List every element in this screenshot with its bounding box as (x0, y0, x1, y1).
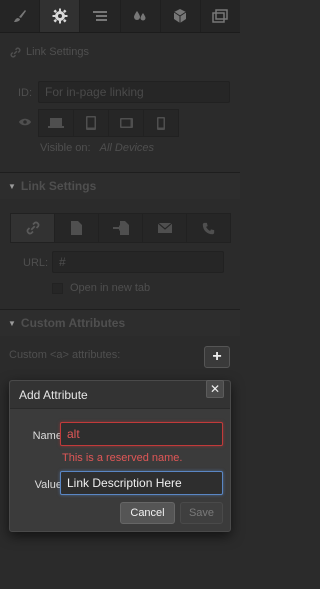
link-type-email[interactable] (142, 213, 187, 243)
tablet-icon (86, 116, 96, 130)
dialog-header: Add Attribute (10, 381, 230, 409)
url-input[interactable]: # (52, 251, 224, 273)
dialog-title: Add Attribute (19, 387, 88, 402)
url-label: URL: (23, 257, 49, 269)
id-label: ID: (18, 87, 33, 99)
eye-icon (18, 117, 32, 130)
link-settings-label-row: Link Settings (10, 46, 89, 58)
section-arrow-icon (112, 221, 129, 235)
tab-settings[interactable] (40, 0, 81, 32)
new-tab-row: Open in new tab (52, 282, 150, 294)
link-type-phone[interactable] (186, 213, 231, 243)
id-input[interactable]: For in-page linking (38, 81, 230, 103)
drops-icon (134, 11, 146, 21)
url-value: # (59, 255, 66, 269)
tablet-landscape-icon (119, 118, 133, 128)
chain-link-icon (26, 221, 39, 235)
link-settings-title: Link Settings (20, 179, 97, 193)
panel-tab-bar (0, 0, 240, 33)
name-label: Name: (32, 430, 65, 442)
custom-attributes-title: Custom Attributes (20, 316, 126, 330)
tablet-toggle[interactable] (73, 109, 109, 137)
save-button[interactable]: Save (180, 502, 223, 524)
images-icon (212, 9, 229, 23)
value-input[interactable]: Link Description Here (60, 471, 223, 495)
visible-on-label: Visible on: (40, 142, 91, 154)
value-text: Link Description Here (67, 476, 182, 490)
visible-on-row: Visible on: All Devices (40, 142, 154, 154)
link-icon (10, 47, 21, 57)
device-toggle-group (38, 109, 179, 137)
desktop-icon (48, 118, 64, 128)
tab-assets[interactable] (201, 0, 240, 32)
link-type-section[interactable] (98, 213, 143, 243)
close-icon: ✕ (209, 382, 221, 396)
link-type-page[interactable] (54, 213, 99, 243)
phone-handset-icon (202, 222, 215, 234)
link-type-url[interactable] (10, 213, 55, 243)
visible-on-value: All Devices (99, 142, 155, 154)
close-dialog-button[interactable]: ✕ (206, 380, 224, 398)
name-input[interactable]: alt (60, 422, 223, 446)
custom-attributes-header[interactable]: ▼ Custom Attributes (0, 309, 240, 336)
collapse-caret-icon: ▼ (8, 318, 16, 328)
id-placeholder: For in-page linking (45, 85, 144, 99)
save-button-label: Save (188, 507, 215, 519)
new-tab-checkbox[interactable] (52, 282, 63, 294)
brush-icon (13, 10, 26, 22)
tablet-landscape-toggle[interactable] (108, 109, 144, 137)
value-label: Value: (34, 479, 65, 491)
add-attribute-button[interactable]: + (204, 346, 230, 368)
cube-icon (173, 9, 187, 23)
custom-attributes-label: Custom <a> attributes: (9, 349, 121, 361)
name-error-message: This is a reserved name. (62, 452, 183, 464)
name-value: alt (67, 427, 80, 441)
gear-icon (52, 8, 68, 24)
phone-icon (157, 116, 165, 130)
new-tab-label: Open in new tab (70, 282, 151, 294)
page-icon (71, 221, 82, 235)
tab-navigator[interactable] (80, 0, 121, 32)
plus-icon: + (212, 348, 222, 365)
tab-swatches[interactable] (121, 0, 161, 32)
tab-symbols[interactable] (161, 0, 201, 32)
phone-toggle[interactable] (143, 109, 179, 137)
lines-icon (92, 11, 107, 21)
cancel-button-label: Cancel (130, 507, 165, 519)
tab-style[interactable] (0, 0, 41, 32)
desktop-toggle[interactable] (38, 109, 74, 137)
collapse-caret-icon: ▼ (8, 181, 16, 191)
cancel-button[interactable]: Cancel (120, 502, 175, 524)
link-type-group (10, 213, 231, 243)
add-attribute-dialog: Add Attribute Name: alt This is a reserv… (9, 380, 231, 532)
link-settings-top-label: Link Settings (26, 46, 89, 58)
envelope-icon (157, 223, 172, 233)
link-settings-header[interactable]: ▼ Link Settings (0, 172, 240, 199)
